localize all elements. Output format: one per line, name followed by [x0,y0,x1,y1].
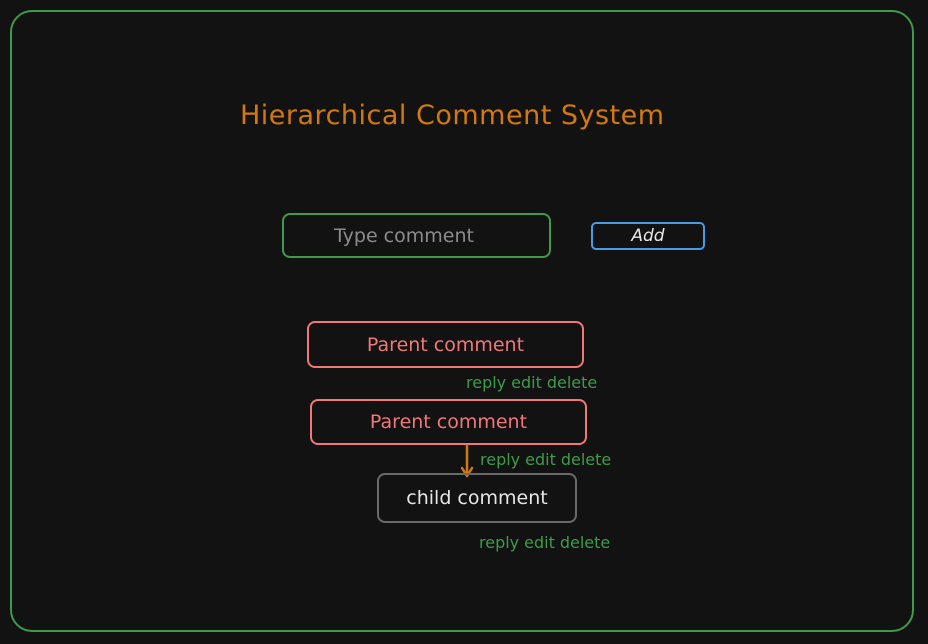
comment-text: Parent comment [366,333,525,356]
comment-text: Parent comment [369,411,528,433]
comment-input[interactable] [282,213,551,258]
comment-card-parent-1: Parent comment [307,321,584,368]
comment-text: child comment [406,487,548,509]
edit-link[interactable]: edit [511,373,542,392]
edit-link[interactable]: edit [525,450,556,469]
comment-actions-3: reply edit delete [479,533,610,552]
delete-link[interactable]: delete [561,450,611,469]
reply-link[interactable]: reply [480,450,520,469]
page-title: Hierarchical Comment System [240,100,665,131]
comment-card-child-1: child comment [377,473,577,523]
comment-actions-2: reply edit delete [480,450,611,469]
reply-link[interactable]: reply [479,533,519,552]
reply-link[interactable]: reply [466,373,506,392]
delete-link[interactable]: delete [547,373,597,392]
edit-link[interactable]: edit [524,533,555,552]
comment-actions-1: reply edit delete [466,373,597,392]
comment-card-parent-2: Parent comment [310,399,587,445]
add-button[interactable]: Add [591,222,705,250]
delete-link[interactable]: delete [560,533,610,552]
